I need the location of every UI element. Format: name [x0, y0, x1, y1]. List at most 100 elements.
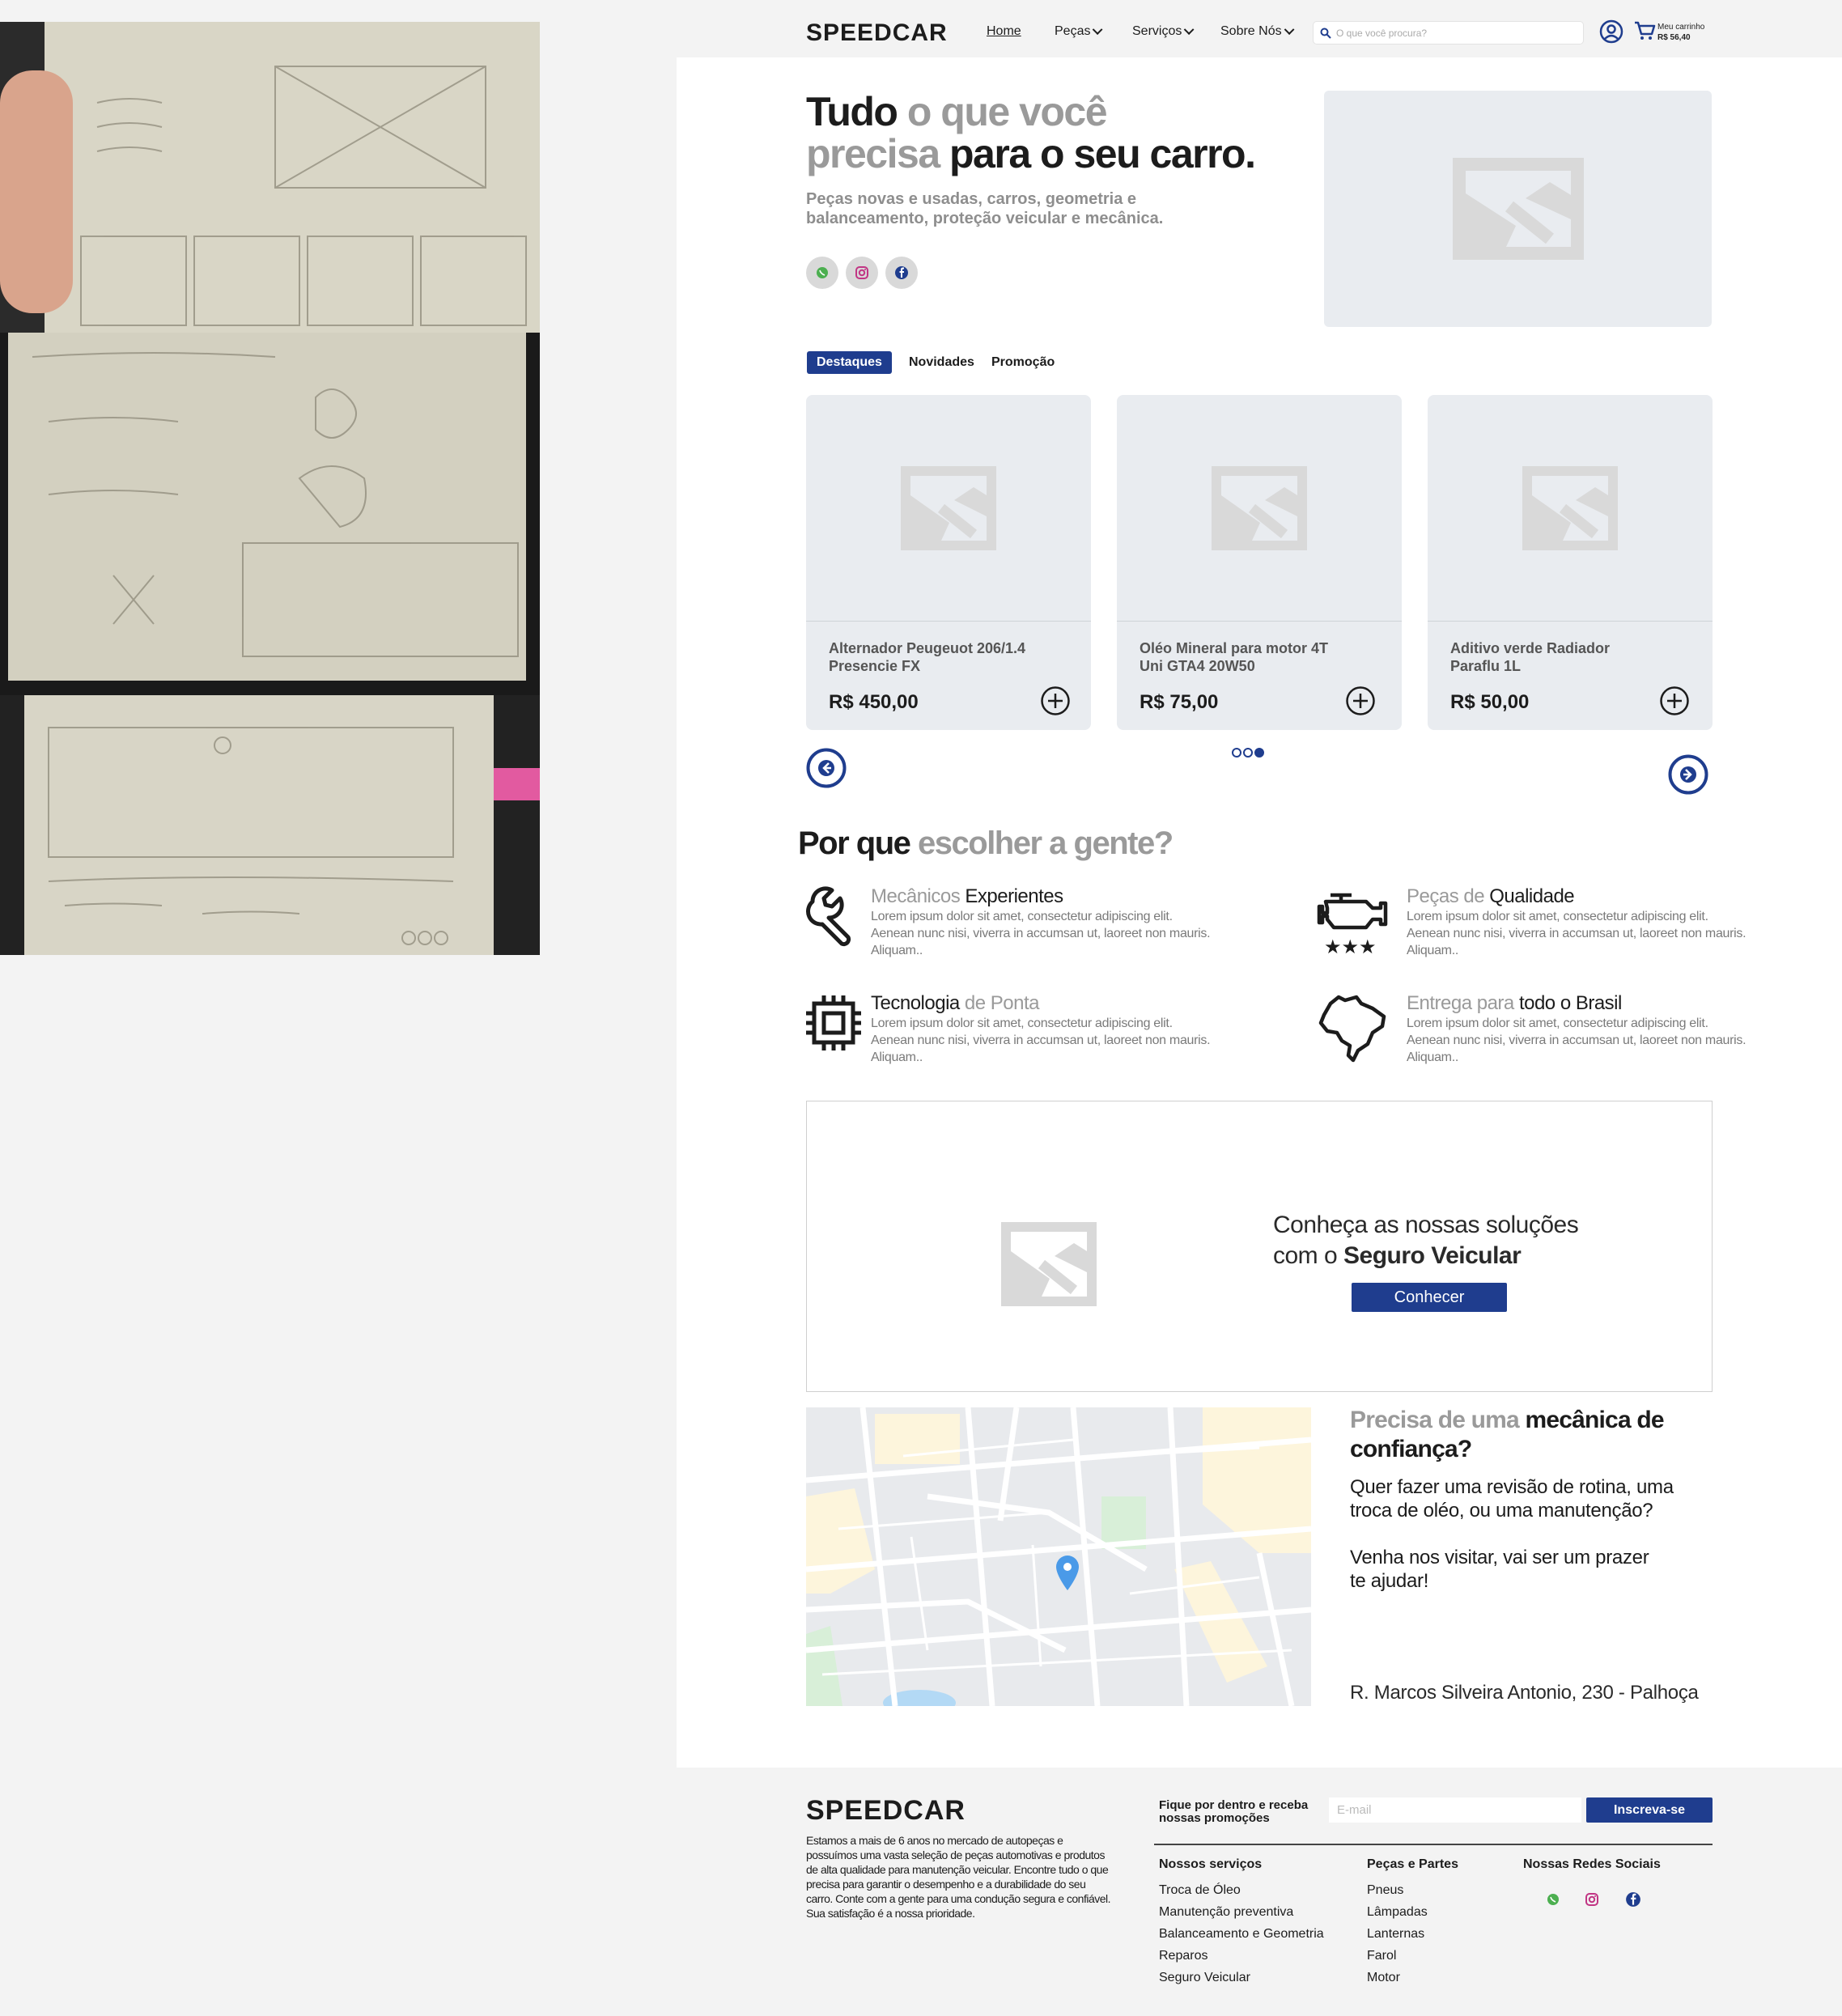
footer-facebook-link[interactable] [1623, 1890, 1643, 1909]
footer-link[interactable]: Motor [1367, 1967, 1428, 1988]
add-to-cart-icon[interactable] [1659, 685, 1690, 716]
newsletter-email-input[interactable] [1329, 1797, 1581, 1823]
conhecer-button[interactable]: Conhecer [1352, 1283, 1507, 1312]
nav-pecas-label: Peças [1055, 24, 1091, 38]
product-image-placeholder [1428, 395, 1713, 622]
feature-title-part: Peças de [1407, 885, 1490, 907]
address: R. Marcos Silveira Antonio, 230 - Palhoç… [1350, 1682, 1699, 1704]
nav-servicos[interactable]: Serviços [1132, 23, 1195, 39]
sketch-photo-1 [0, 22, 540, 333]
shopping-cart-icon[interactable] [1633, 19, 1656, 42]
footer-link[interactable]: Reparos [1159, 1945, 1324, 1967]
why-us-title-part: Por que [798, 825, 911, 861]
whatsapp-icon [1547, 1894, 1559, 1905]
location-map[interactable] [806, 1407, 1311, 1706]
mechanic-text: Venha nos visitar, vai ser um prazer te … [1350, 1547, 1649, 1592]
svg-text:★★★: ★★★ [1324, 936, 1377, 957]
nav-servicos-label: Serviços [1132, 24, 1182, 38]
wireframe-sketch-photos [0, 22, 540, 955]
carousel-dot[interactable] [1243, 748, 1253, 758]
hero-title-part: para o seu carro. [939, 131, 1256, 176]
add-to-cart-icon[interactable] [1345, 685, 1376, 716]
image-placeholder-icon [1522, 465, 1618, 550]
tab-novidades[interactable]: Novidades [899, 351, 984, 374]
product-card[interactable]: Aditivo verde Radiador Paraflu 1L R$ 50,… [1428, 395, 1713, 730]
facebook-button[interactable] [885, 257, 918, 289]
search-icon [1320, 28, 1331, 39]
footer-social-title: Nossas Redes Sociais [1523, 1857, 1661, 1871]
feature-title-part: de Ponta [959, 992, 1040, 1014]
engine-stars-icon: ★★★ [1317, 893, 1388, 957]
cart-summary[interactable]: Meu carrinho R$ 56,40 [1657, 22, 1704, 43]
insurance-banner: Conheça as nossas soluções com o Seguro … [806, 1101, 1713, 1392]
carousel-next-arrow-icon[interactable] [1668, 754, 1708, 795]
footer-link[interactable]: Manutenção preventiva [1159, 1901, 1324, 1923]
product-name: Aditivo verde Radiador Paraflu 1L [1450, 640, 1611, 674]
feature-title-part: Entrega para [1407, 992, 1519, 1014]
nav-sobre-nos-label: Sobre Nós [1220, 24, 1282, 38]
chevron-down-icon [1184, 23, 1195, 35]
instagram-button[interactable] [846, 257, 878, 289]
user-account-icon[interactable] [1599, 19, 1623, 44]
subscribe-button[interactable]: Inscreva-se [1586, 1797, 1713, 1823]
carousel-dot[interactable] [1232, 748, 1241, 758]
sketch-lines-1 [80, 66, 527, 326]
feature-title-part: Qualidade [1489, 885, 1575, 907]
footer-parts-list: Pneus Lâmpadas Lanternas Farol Motor [1367, 1879, 1428, 1988]
footer-instagram-link[interactable] [1582, 1890, 1602, 1909]
product-image-placeholder [806, 395, 1091, 622]
footer-services-title: Nossos serviços [1159, 1857, 1263, 1871]
search-input[interactable] [1336, 27, 1571, 39]
whatsapp-button[interactable] [806, 257, 838, 289]
footer-link[interactable]: Pneus [1367, 1879, 1428, 1901]
nav-pecas[interactable]: Peças [1055, 23, 1103, 39]
carousel-dot[interactable] [1254, 748, 1264, 758]
footer-link[interactable]: Balanceamento e Geometria [1159, 1923, 1324, 1945]
banner-title-part: Seguro Veicular [1343, 1242, 1522, 1269]
footer-link[interactable]: Farol [1367, 1945, 1428, 1967]
nav-home-label: Home [987, 24, 1021, 38]
footer-link[interactable]: Lanternas [1367, 1923, 1428, 1945]
sketch-lines-3 [48, 727, 454, 945]
cart-total: R$ 56,40 [1657, 33, 1691, 42]
feature-title-part: Mecânicos [871, 885, 966, 907]
hero-title-part: Tudo [806, 89, 898, 134]
feature-text: Lorem ipsum dolor sit amet, consectetur … [1407, 910, 1747, 957]
feature-text: Lorem ipsum dolor sit amet, consectetur … [871, 1016, 1211, 1064]
carousel-prev-arrow-icon[interactable] [806, 748, 847, 788]
feature-text: Lorem ipsum dolor sit amet, consectetur … [1407, 1016, 1747, 1064]
footer-about-text: Estamos a mais de 6 anos no mercado de a… [806, 1834, 1111, 1920]
footer-whatsapp-link[interactable] [1543, 1890, 1563, 1909]
footer-parts-title: Peças e Partes [1367, 1857, 1458, 1871]
hero-title: Tudo o que você precisa para o seu carro… [806, 91, 1308, 175]
sketch-photo-3 [0, 695, 540, 955]
brand-logo[interactable]: SPEEDCAR [806, 19, 948, 47]
tab-promocao[interactable]: Promoção [982, 351, 1064, 374]
product-card[interactable]: Oléo Mineral para motor 4T Uni GTA4 20W5… [1117, 395, 1402, 730]
feature-text: Lorem ipsum dolor sit amet, consectetur … [871, 910, 1211, 957]
search-box [1314, 22, 1583, 44]
product-card[interactable]: Alternador Peugeuot 206/1.4 Presencie FX… [806, 395, 1091, 730]
map-pin-icon[interactable] [1054, 1553, 1081, 1592]
footer-link[interactable]: Seguro Veicular [1159, 1967, 1324, 1988]
product-price: R$ 50,00 [1450, 691, 1530, 713]
feature-title-part: Tecnologia [871, 992, 960, 1014]
chip-icon [806, 995, 861, 1050]
wrench-icon [806, 886, 851, 947]
product-price: R$ 75,00 [1140, 691, 1219, 713]
banner-title: Conheça as nossas soluções com o Seguro … [1273, 1210, 1579, 1271]
nav-home[interactable]: Home [987, 24, 1021, 39]
banner-title-part: com o [1273, 1242, 1344, 1269]
mechanic-title-part: Precisa de uma [1350, 1407, 1520, 1433]
footer-logo[interactable]: SPEEDCAR [806, 1795, 966, 1827]
whatsapp-icon [817, 267, 828, 278]
feature-title-part: todo o Brasil [1518, 992, 1622, 1014]
tab-destaques[interactable]: Destaques [807, 351, 892, 374]
footer-link[interactable]: Lâmpadas [1367, 1901, 1428, 1923]
add-to-cart-icon[interactable] [1040, 685, 1071, 716]
why-us-title: Por que escolher a gente? [798, 825, 1174, 862]
footer-link[interactable]: Troca de Óleo [1159, 1879, 1324, 1901]
nav-sobre-nos[interactable]: Sobre Nós [1220, 23, 1295, 39]
product-price: R$ 450,00 [829, 691, 919, 713]
instagram-icon [1585, 1893, 1598, 1906]
